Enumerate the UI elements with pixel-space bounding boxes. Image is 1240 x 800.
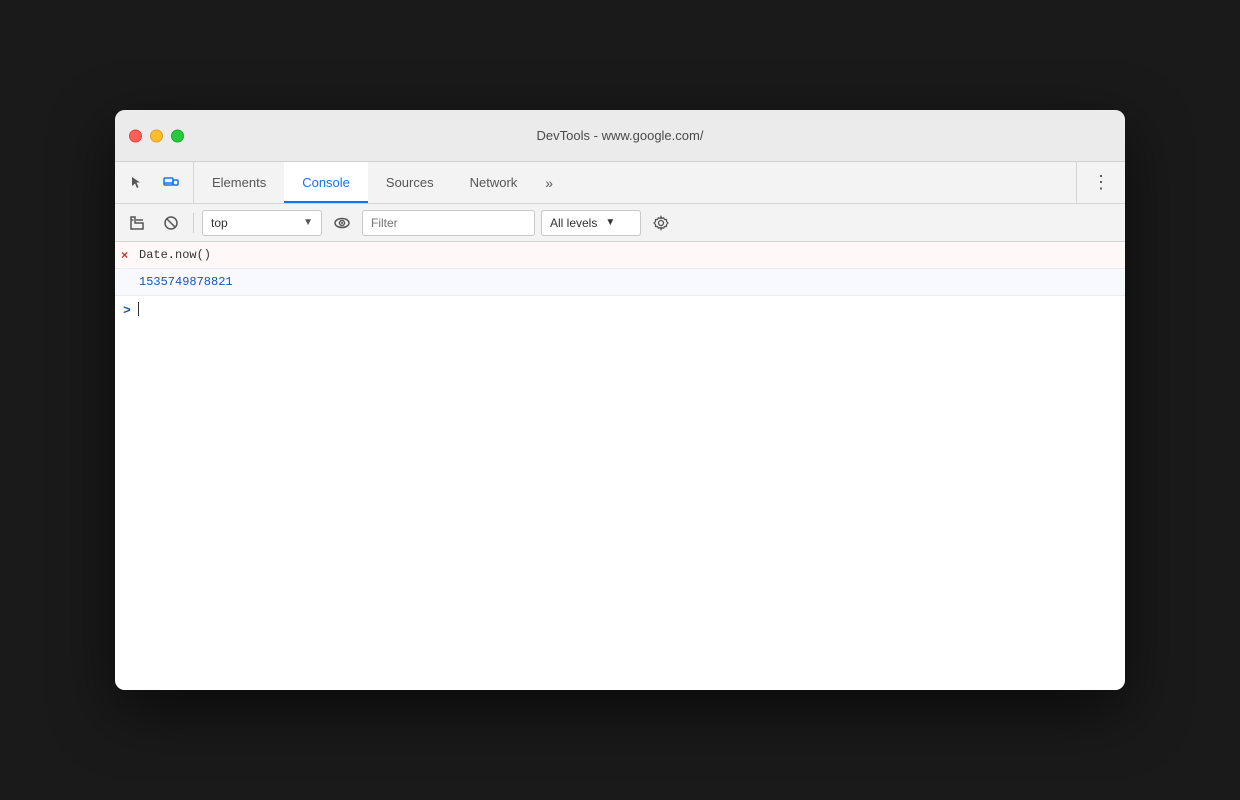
console-toolbar: top ▼ All levels ▼: [115, 204, 1125, 242]
title-bar: DevTools - www.google.com/: [115, 110, 1125, 162]
device-icon: [163, 175, 179, 191]
cursor-icon: [129, 175, 145, 191]
prompt-chevron: >: [123, 303, 131, 318]
levels-arrow: ▼: [605, 217, 615, 228]
window-title: DevTools - www.google.com/: [537, 128, 704, 143]
more-tabs-button[interactable]: »: [535, 162, 563, 203]
tab-console[interactable]: Console: [284, 162, 368, 203]
close-button[interactable]: [129, 129, 142, 142]
cursor: [138, 302, 139, 316]
device-toggle-button[interactable]: [157, 169, 185, 197]
tab-sources[interactable]: Sources: [368, 162, 452, 203]
settings-button[interactable]: [647, 210, 675, 236]
inspect-element-button[interactable]: [123, 169, 151, 197]
tabs-container: Elements Console Sources Network »: [194, 162, 1076, 203]
console-cursor-line: [137, 302, 139, 316]
filter-input[interactable]: [362, 210, 535, 236]
console-command-text: Date.now(): [139, 248, 211, 262]
console-result-text: 1535749878821: [139, 275, 233, 289]
maximize-button[interactable]: [171, 129, 184, 142]
log-levels-selector[interactable]: All levels ▼: [541, 210, 641, 236]
gear-icon: [653, 215, 669, 231]
minimize-button[interactable]: [150, 129, 163, 142]
context-selector[interactable]: top ▼: [202, 210, 322, 236]
console-entry-result: 1535749878821: [115, 269, 1125, 296]
tab-bar: Elements Console Sources Network » ⋮: [115, 162, 1125, 204]
clear-icon: [129, 215, 145, 231]
traffic-lights: [129, 129, 184, 142]
eye-icon: [334, 215, 350, 231]
console-entry-command: × Date.now(): [115, 242, 1125, 269]
tab-bar-icons: [115, 162, 194, 203]
console-output[interactable]: × Date.now() 1535749878821 >: [115, 242, 1125, 690]
console-input-row[interactable]: >: [115, 296, 1125, 332]
watch-expressions-button[interactable]: [328, 210, 356, 236]
tab-network[interactable]: Network: [452, 162, 536, 203]
block-requests-button[interactable]: [157, 210, 185, 236]
entry-error-icon: ×: [121, 247, 128, 265]
tab-elements[interactable]: Elements: [194, 162, 284, 203]
block-icon: [163, 215, 179, 231]
toolbar-separator: [193, 213, 194, 233]
context-arrow: ▼: [303, 217, 313, 228]
tab-bar-right: ⋮: [1076, 162, 1125, 203]
devtools-window: DevTools - www.google.com/ Elements: [115, 110, 1125, 690]
clear-console-button[interactable]: [123, 210, 151, 236]
more-menu-button[interactable]: ⋮: [1087, 169, 1115, 197]
